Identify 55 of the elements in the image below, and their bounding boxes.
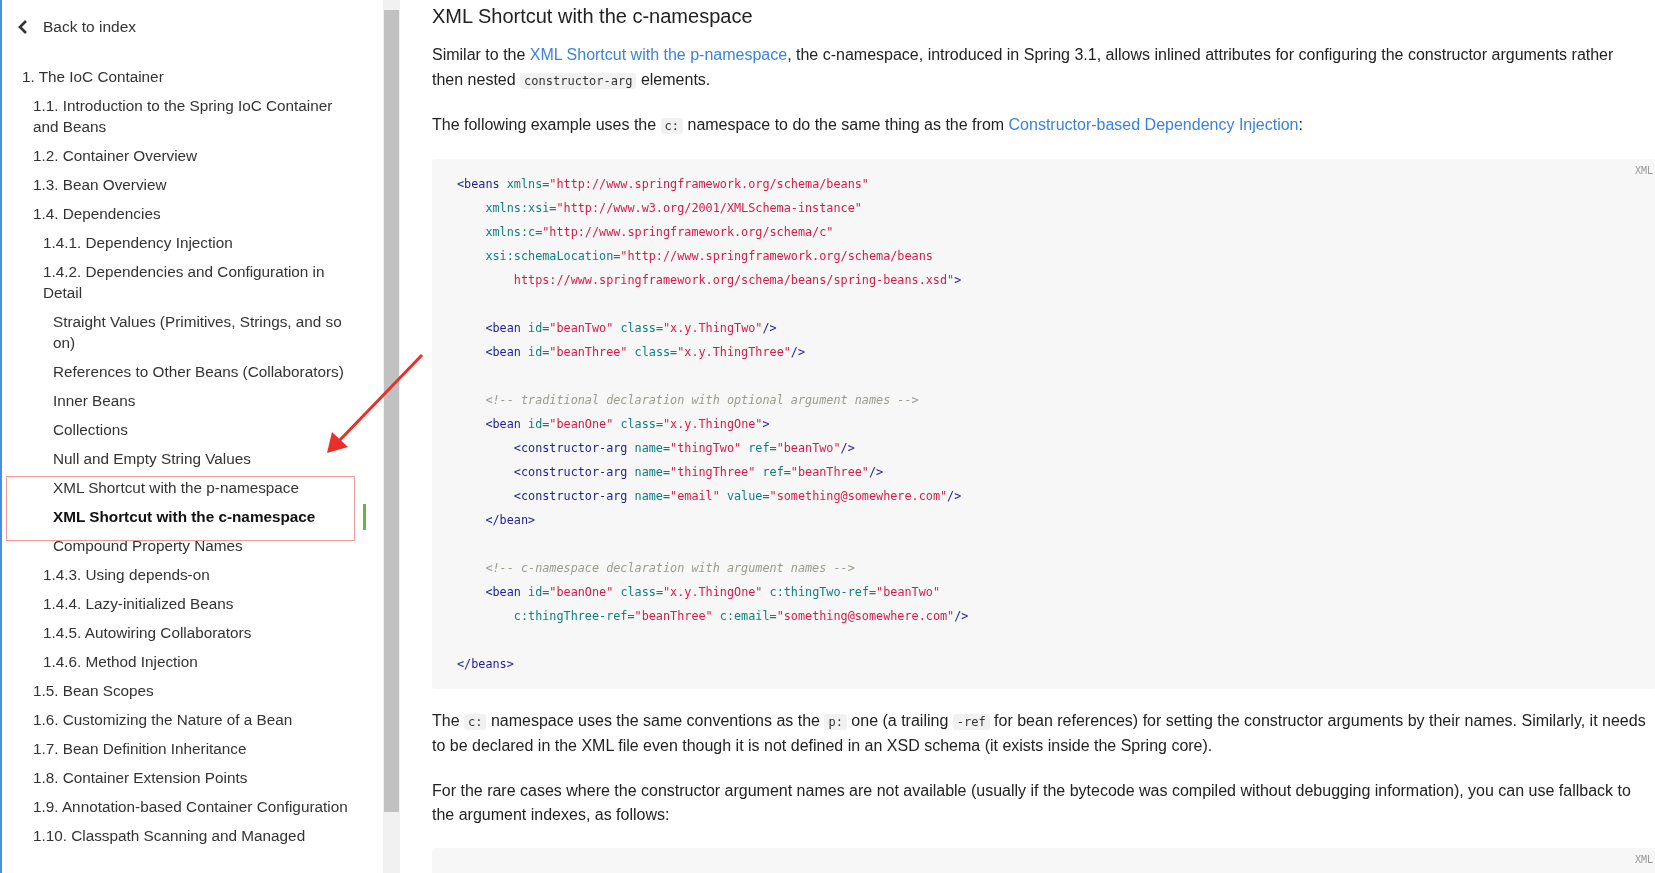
sidebar-item[interactable]: 1. The IoC Container: [22, 62, 360, 91]
sidebar-item[interactable]: 1.4. Dependencies: [33, 199, 360, 228]
code-line: <beans xmlns="http://www.springframework.org/schema/beans": [457, 176, 869, 191]
paragraph: The following example uses the c: namespace to do the same thing as the from Constructor-based Dependency Injection:: [432, 115, 1304, 136]
code-line: xsi:schemaLocation="http://www.springframework.org/schema/beans: [484, 248, 933, 263]
code-line: <bean id="beanOne" class="x.y.ThingOne" c:thingTwo-ref="beanTwo": [484, 584, 940, 599]
sidebar-item[interactable]: 1.4.4. Lazy-initialized Beans: [43, 589, 360, 618]
code-line: </bean>: [484, 512, 536, 527]
paragraph: The c: namespace uses the same conventions as the p: one (a trailing -ref for bean references) for setting the constructor arguments by their names. Similarly, it needs to be declared in the XML file even though it is not defined in an XSD schema (it exists inside the Spring core).: [432, 710, 1647, 756]
sidebar-item[interactable]: 1.6. Customizing the Nature of a Bean: [33, 705, 360, 734]
back-link[interactable]: Back to index: [2, 0, 384, 37]
sidebar-item[interactable]: 1.3. Bean Overview: [33, 170, 360, 199]
code-line: xmlns:xsi="http://www.w3.org/2001/XMLSchema-instance": [484, 200, 862, 215]
active-indicator: [363, 504, 367, 530]
sidebar-item[interactable]: 1.4.5. Autowiring Collaborators: [43, 618, 360, 647]
language-label: XML: [1634, 853, 1653, 865]
sidebar-item[interactable]: 1.4.2. Dependencies and Configuration in Detail: [43, 257, 360, 307]
code-line: </beans>: [457, 656, 514, 671]
code-line: <!-- traditional declaration with optional argument names -->: [484, 392, 919, 407]
code-line: <constructor-arg name="thingTwo" ref="beanTwo"/>: [512, 440, 855, 455]
sidebar-item[interactable]: Inner Beans: [53, 386, 360, 415]
code-line: <bean id="beanTwo" class="x.y.ThingTwo"/>: [484, 320, 777, 335]
sidebar-item[interactable]: 1.4.3. Using depends-on: [43, 560, 360, 589]
code-line: <constructor-arg name="email" value="something@somewhere.com"/>: [512, 488, 962, 503]
link[interactable]: Constructor-based Dependency Injection: [1008, 116, 1299, 133]
sidebar-item[interactable]: Null and Empty String Values: [53, 444, 360, 473]
sidebar-item[interactable]: 1.5. Bean Scopes: [33, 676, 360, 705]
code-line: <bean id="beanThree" class="x.y.ThingThree"/>: [484, 344, 806, 359]
sidebar-item[interactable]: 1.8. Container Extension Points: [33, 763, 360, 792]
code-line: c:thingThree-ref="beanThree" c:email="something@somewhere.com"/>: [512, 608, 969, 623]
paragraph: For the rare cases where the constructor argument names are not available (usually if the bytecode was compiled without debugging information), you can use fallback to the argument indexes, as follows:: [432, 780, 1632, 825]
code-line: xmlns:c="http://www.springframework.org/schema/c": [484, 224, 834, 239]
sidebar-item[interactable]: XML Shortcut with the c-namespace: [53, 502, 360, 531]
sidebar-item[interactable]: 1.10. Classpath Scanning and Managed: [33, 821, 360, 850]
sidebar-item[interactable]: Straight Values (Primitives, Strings, and so on): [53, 307, 360, 357]
paragraph: Similar to the XML Shortcut with the p-namespace, the c-namespace, introduced in Spring 3.1, allows inlined attributes for configuring the constructor arguments rather then nested constructor-arg elements.: [432, 45, 1615, 91]
sidebar-item[interactable]: References to Other Beans (Collaborators): [53, 357, 360, 386]
sidebar-item[interactable]: 1.1. Introduction to the Spring IoC Container and Beans: [33, 91, 360, 141]
code-line: <constructor-arg name="thingThree" ref="beanThree"/>: [512, 464, 884, 479]
chevron-left-icon: [18, 20, 28, 34]
link[interactable]: XML Shortcut with the p-namespace: [529, 46, 788, 63]
code-line: https://www.springframework.org/schema/beans/spring-beans.xsd">: [512, 272, 962, 287]
sidebar-item[interactable]: 1.2. Container Overview: [33, 141, 360, 170]
sidebar-item[interactable]: 1.9. Annotation-based Container Configuration: [33, 792, 360, 821]
sidebar-item[interactable]: 1.4.1. Dependency Injection: [43, 228, 360, 257]
sidebar-item[interactable]: Compound Property Names: [53, 531, 360, 560]
code-line: <bean id="beanOne" class="x.y.ThingOne">: [484, 416, 770, 431]
scrollbar[interactable]: [383, 0, 400, 873]
sidebar-item[interactable]: 1.4.6. Method Injection: [43, 647, 360, 676]
sidebar-item[interactable]: 1.7. Bean Definition Inheritance: [33, 734, 360, 763]
language-label: XML: [1634, 164, 1653, 176]
sidebar-item[interactable]: Collections: [53, 415, 360, 444]
code-line: <!-- c-namespace declaration with argument names -->: [484, 560, 855, 575]
section-title: XML Shortcut with the c-namespace: [432, 4, 754, 29]
sidebar-item[interactable]: XML Shortcut with the p-namespace: [53, 473, 360, 502]
